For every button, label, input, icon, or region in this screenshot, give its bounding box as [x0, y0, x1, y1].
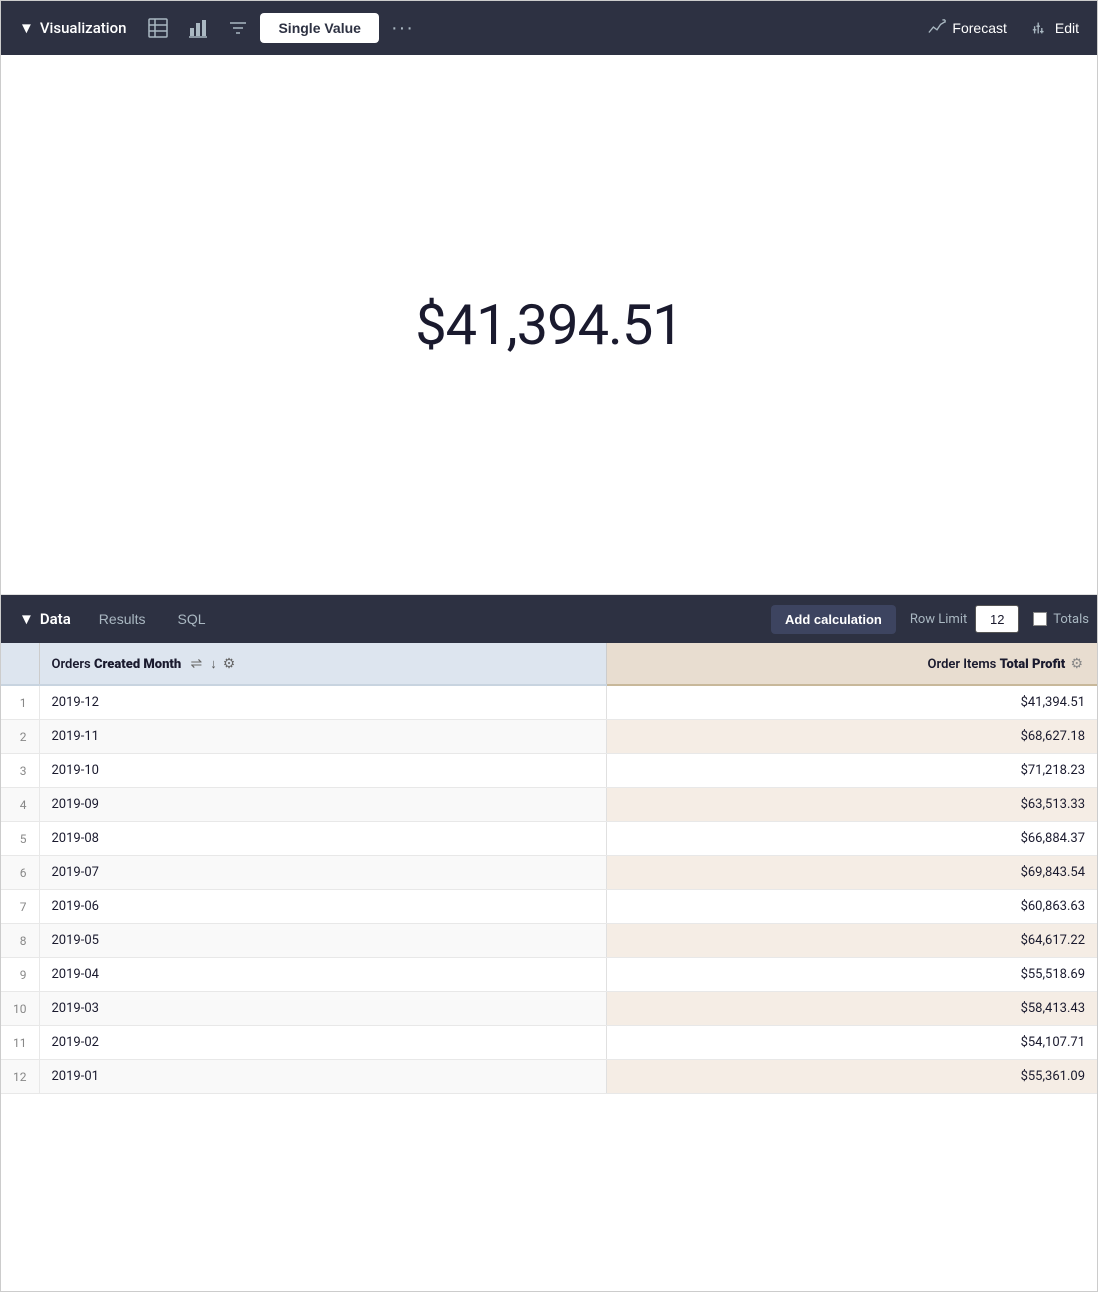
table-row: 9 2019-04 $55,518.69 — [1, 958, 1097, 992]
date-cell: 2019-04 — [39, 958, 607, 992]
col2-header-text: Order Items Total Profit — [928, 657, 1066, 672]
date-cell: 2019-10 — [39, 754, 607, 788]
filter-view-button[interactable] — [220, 12, 256, 44]
table-row: 11 2019-02 $54,107.71 — [1, 1026, 1097, 1060]
chevron-down-icon: ▼ — [19, 19, 34, 37]
date-cell: 2019-01 — [39, 1060, 607, 1094]
data-table: Orders Created Month ⇌ ↓ ⚙ Order Items T… — [1, 643, 1097, 1094]
forecast-button[interactable]: Forecast — [918, 13, 1016, 43]
row-number-cell: 9 — [1, 958, 39, 992]
single-value-tab[interactable]: Single Value — [260, 13, 378, 43]
date-cell: 2019-03 — [39, 992, 607, 1026]
data-chevron-icon: ▼ — [19, 610, 34, 628]
col1-sort-icon: ↓ — [210, 656, 217, 672]
visualization-label: Visualization — [40, 19, 127, 37]
profit-cell: $41,394.51 — [607, 685, 1097, 720]
more-options-button[interactable]: ··· — [383, 11, 422, 46]
orders-created-month-header[interactable]: Orders Created Month ⇌ ↓ ⚙ — [39, 643, 607, 685]
forecast-label: Forecast — [952, 20, 1006, 36]
table-icon — [148, 18, 168, 38]
profit-cell: $55,361.09 — [607, 1060, 1097, 1094]
table-row: 10 2019-03 $58,413.43 — [1, 992, 1097, 1026]
date-cell: 2019-02 — [39, 1026, 607, 1060]
row-number-cell: 6 — [1, 856, 39, 890]
date-cell: 2019-05 — [39, 924, 607, 958]
profit-cell: $69,843.54 — [607, 856, 1097, 890]
profit-cell: $58,413.43 — [607, 992, 1097, 1026]
totals-text: Totals — [1053, 612, 1089, 627]
col2-settings-icon[interactable]: ⚙ — [1068, 653, 1085, 674]
row-number-cell: 11 — [1, 1026, 39, 1060]
date-cell: 2019-12 — [39, 685, 607, 720]
table-row: 4 2019-09 $63,513.33 — [1, 788, 1097, 822]
profit-cell: $66,884.37 — [607, 822, 1097, 856]
row-number-cell: 2 — [1, 720, 39, 754]
totals-checkbox[interactable] — [1033, 612, 1047, 626]
row-number-cell: 8 — [1, 924, 39, 958]
profit-cell: $60,863.63 — [607, 890, 1097, 924]
profit-cell: $64,617.22 — [607, 924, 1097, 958]
bar-chart-button[interactable] — [180, 12, 216, 44]
date-cell: 2019-06 — [39, 890, 607, 924]
table-row: 8 2019-05 $64,617.22 — [1, 924, 1097, 958]
row-number-col-header — [1, 643, 39, 685]
col1-settings-icon[interactable]: ⚙ — [221, 653, 238, 674]
col1-header-text: Orders Created Month — [52, 657, 182, 672]
profit-cell: $63,513.33 — [607, 788, 1097, 822]
filter-icon — [228, 18, 248, 38]
data-toggle[interactable]: ▼ Data — [9, 604, 81, 634]
table-row: 3 2019-10 $71,218.23 — [1, 754, 1097, 788]
row-number-cell: 10 — [1, 992, 39, 1026]
table-row: 5 2019-08 $66,884.37 — [1, 822, 1097, 856]
table-row: 2 2019-11 $68,627.18 — [1, 720, 1097, 754]
single-value-display: $41,394.51 — [415, 292, 683, 358]
data-table-wrapper: Orders Created Month ⇌ ↓ ⚙ Order Items T… — [1, 643, 1097, 1291]
row-number-cell: 4 — [1, 788, 39, 822]
profit-cell: $54,107.71 — [607, 1026, 1097, 1060]
app-container: ▼ Visualization — [0, 0, 1098, 1292]
row-limit-input[interactable] — [975, 605, 1019, 633]
top-toolbar: ▼ Visualization — [1, 1, 1097, 55]
data-toolbar: ▼ Data Results SQL Add calculation Row L… — [1, 595, 1097, 643]
profit-cell: $55,518.69 — [607, 958, 1097, 992]
edit-button[interactable]: Edit — [1021, 13, 1089, 43]
date-cell: 2019-09 — [39, 788, 607, 822]
forecast-icon — [928, 19, 946, 37]
visualization-area: $41,394.51 — [1, 55, 1097, 595]
row-number-cell: 5 — [1, 822, 39, 856]
edit-label: Edit — [1055, 20, 1079, 36]
date-cell: 2019-11 — [39, 720, 607, 754]
order-items-total-profit-header[interactable]: Order Items Total Profit ⚙ — [607, 643, 1097, 685]
totals-label[interactable]: Totals — [1033, 612, 1089, 627]
table-row: 7 2019-06 $60,863.63 — [1, 890, 1097, 924]
data-label: Data — [40, 610, 71, 628]
table-row: 6 2019-07 $69,843.54 — [1, 856, 1097, 890]
table-view-button[interactable] — [140, 12, 176, 44]
results-tab[interactable]: Results — [85, 605, 160, 633]
sql-tab[interactable]: SQL — [163, 605, 219, 633]
row-number-cell: 1 — [1, 685, 39, 720]
bar-chart-icon — [188, 18, 208, 38]
row-number-cell: 7 — [1, 890, 39, 924]
profit-cell: $71,218.23 — [607, 754, 1097, 788]
col1-header-icons: ⇌ ↓ ⚙ — [188, 653, 237, 674]
row-limit-label: Row Limit — [910, 612, 967, 627]
profit-cell: $68,627.18 — [607, 720, 1097, 754]
edit-icon — [1031, 19, 1049, 37]
row-number-cell: 3 — [1, 754, 39, 788]
add-calculation-button[interactable]: Add calculation — [771, 605, 896, 634]
row-number-cell: 12 — [1, 1060, 39, 1094]
table-row: 12 2019-01 $55,361.09 — [1, 1060, 1097, 1094]
table-row: 1 2019-12 $41,394.51 — [1, 685, 1097, 720]
col1-filter-icon[interactable]: ⇌ — [188, 653, 204, 674]
visualization-toggle[interactable]: ▼ Visualization — [9, 13, 136, 43]
date-cell: 2019-07 — [39, 856, 607, 890]
date-cell: 2019-08 — [39, 822, 607, 856]
